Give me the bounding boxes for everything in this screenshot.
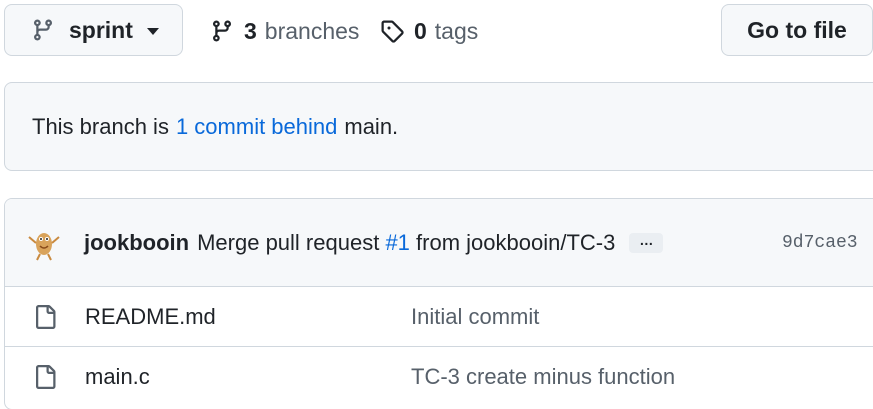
commit-message-suffix: from jookbooin/TC-3 [416,229,616,255]
file-name-link[interactable]: README.md [85,304,216,330]
git-branch-icon [212,20,231,42]
expand-commit-message-button[interactable]: … [629,232,664,253]
file-commit-message-link[interactable]: TC-3 create minus function [411,364,675,390]
commit-sha-link[interactable]: 9d7cae3 [782,233,858,253]
tags-count: 0 [414,17,427,44]
go-to-file-button[interactable]: Go to file [721,4,873,56]
branch-selector-button[interactable]: sprint [4,4,183,56]
branches-count: 3 [244,17,257,44]
branches-label: branches [264,17,360,44]
file-commit-message-link[interactable]: Initial commit [411,304,539,330]
branch-name: sprint [69,16,133,43]
status-prefix: This branch is [32,113,169,139]
file-list: jookbooin Merge pull request #1 from joo… [4,198,873,409]
file-icon [36,304,56,329]
branches-link[interactable]: 3 branches [210,14,359,48]
latest-commit-bar: jookbooin Merge pull request #1 from joo… [5,199,873,287]
file-icon [36,365,56,389]
git-branch-icon [33,19,52,41]
branch-status-banner: This branch is 1 commit behind main. [4,82,873,171]
caret-down-icon [146,28,159,35]
file-row: README.md Initial commit [5,287,873,347]
pull-request-link[interactable]: #1 [385,230,409,255]
commit-message[interactable]: Merge pull request #1 from jookbooin/TC-… [197,230,615,256]
file-row: main.c TC-3 create minus function [5,347,873,407]
avatar[interactable] [24,223,64,263]
tag-icon [381,20,404,43]
tags-link[interactable]: 0 tags [380,14,478,48]
commits-behind-link[interactable]: 1 commit behind [176,114,337,140]
commit-message-prefix: Merge pull request [197,229,380,255]
commit-author-link[interactable]: jookbooin [84,230,189,256]
status-suffix: main. [344,113,399,139]
tags-label: tags [434,17,479,44]
file-name-link[interactable]: main.c [85,364,150,390]
